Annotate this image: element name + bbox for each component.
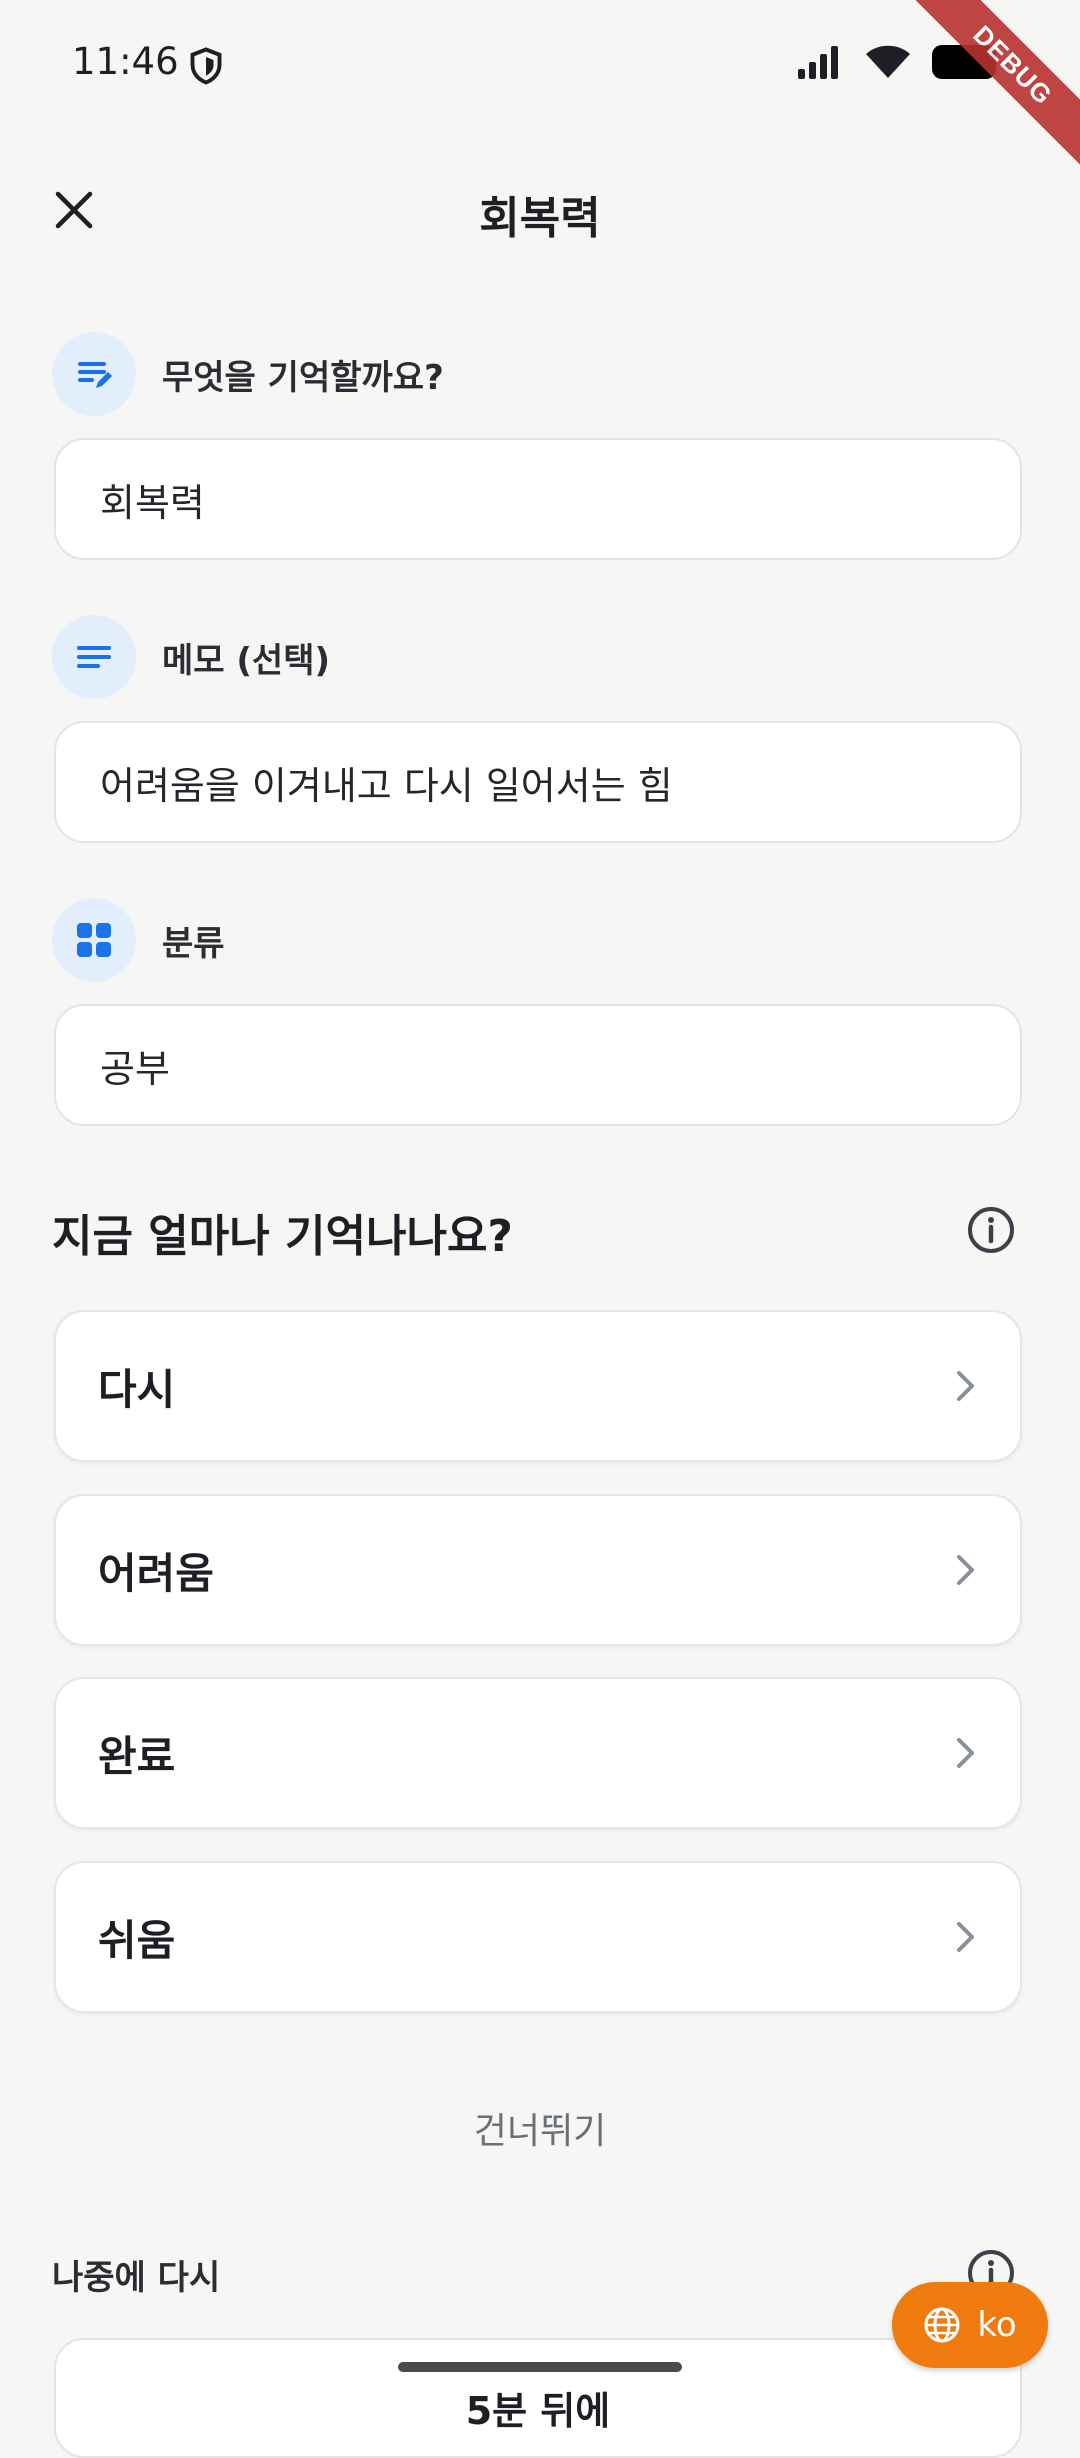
notes-icon: [52, 615, 136, 699]
recall-option-good[interactable]: 완료: [54, 1677, 1022, 1829]
skip-button[interactable]: 건너뛰기: [0, 2102, 1080, 2154]
signal-icon: [798, 46, 838, 79]
home-indicator[interactable]: [398, 2362, 682, 2372]
category-select[interactable]: 공부: [54, 1004, 1022, 1126]
recall-option-easy[interactable]: 쉬움: [54, 1861, 1022, 2013]
question-label: 무엇을 기억할까요?: [162, 357, 444, 398]
language-button[interactable]: ko: [892, 2282, 1048, 2368]
chevron-right-icon: [957, 1371, 974, 1401]
recall-option-again[interactable]: 다시: [54, 1310, 1022, 1462]
recall-section-title: 지금 얼마나 기억나나요?: [52, 1211, 513, 1262]
grid-icon: [52, 898, 136, 982]
memo-input[interactable]: 어려움을 이겨내고 다시 일어서는 힘: [54, 721, 1022, 843]
edit-note-icon: [52, 332, 136, 416]
later-option-5min[interactable]: 5분 뒤에: [54, 2338, 1022, 2458]
question-input[interactable]: 회복력: [54, 438, 1022, 560]
status-time: 11:46: [72, 40, 179, 83]
recall-option-label: 쉬움: [98, 1915, 176, 1965]
app-bar: 회복력: [0, 160, 1080, 250]
info-icon[interactable]: [966, 1205, 1016, 1255]
question-label-row: 무엇을 기억할까요?: [52, 332, 444, 416]
chevron-right-icon: [957, 1555, 974, 1585]
later-section-title: 나중에 다시: [52, 2258, 221, 2298]
status-bar: 11:46: [0, 0, 1080, 130]
memo-label: 메모 (선택): [162, 640, 331, 681]
category-label: 분류: [162, 923, 225, 964]
recall-option-hard[interactable]: 어려움: [54, 1494, 1022, 1646]
chevron-right-icon: [957, 1922, 974, 1952]
memo-value: 어려움을 이겨내고 다시 일어서는 힘: [100, 763, 673, 808]
recall-option-label: 어려움: [98, 1548, 214, 1598]
recall-option-label: 다시: [98, 1364, 176, 1414]
wifi-icon: [866, 45, 910, 78]
globe-icon: [924, 2307, 960, 2343]
shield-icon: [190, 47, 222, 85]
chevron-right-icon: [957, 1738, 974, 1768]
language-label: ko: [977, 2305, 1017, 2345]
category-label-row: 분류: [52, 898, 225, 982]
question-value: 회복력: [100, 480, 205, 525]
category-value: 공부: [100, 1046, 170, 1091]
page-title: 회복력: [479, 193, 601, 244]
recall-option-label: 완료: [98, 1731, 176, 1781]
memo-label-row: 메모 (선택): [52, 615, 330, 699]
later-option-label: 5분 뒤에: [465, 2389, 611, 2433]
